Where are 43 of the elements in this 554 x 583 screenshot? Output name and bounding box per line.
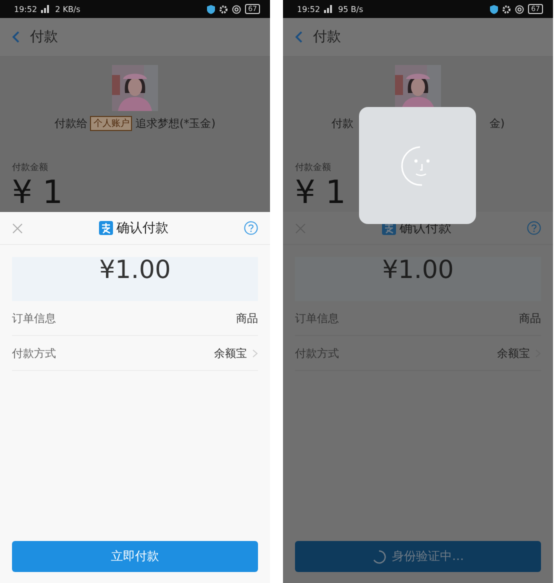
network-speed: 95 B/s: [338, 4, 364, 14]
payee-text: 付款: [331, 116, 354, 131]
app-logo-icon: [98, 221, 112, 235]
signal-icon: [41, 5, 52, 13]
row-value: 余额宝: [214, 346, 247, 360]
back-icon[interactable]: [12, 31, 20, 43]
gear-icon: [219, 4, 228, 14]
back-icon[interactable]: [295, 31, 303, 43]
payment-amount: ¥1.00: [382, 255, 454, 285]
signal-icon: [324, 5, 334, 13]
row-label: 订单信息: [295, 310, 340, 326]
page-title: 付款: [30, 28, 58, 46]
row-label: 订单信息: [12, 310, 57, 326]
close-icon[interactable]: [12, 222, 23, 234]
amount-preview: ¥ 1: [12, 178, 64, 204]
at-icon: [232, 4, 242, 14]
network-speed: 2 KB/s: [55, 4, 80, 14]
at-icon: [515, 4, 524, 14]
row-label: 付款方式: [12, 346, 57, 360]
payment-amount: ¥1.00: [99, 255, 171, 285]
amount-label: 付款金额: [12, 162, 49, 174]
sheet-title: 确认付款: [116, 220, 168, 237]
row-label: 付款方式: [295, 346, 340, 360]
row-value: 商品: [519, 310, 541, 326]
help-icon[interactable]: [244, 221, 258, 235]
status-time: 19:52: [14, 4, 38, 14]
payee-text: 付款给: [54, 116, 88, 131]
amount-preview: ¥ 1: [295, 178, 347, 204]
pay-button[interactable]: 立即付款: [12, 541, 258, 572]
row-value: 商品: [236, 310, 258, 326]
spinner-icon: [372, 550, 386, 564]
account-tag: 个人账户: [90, 116, 132, 131]
payee-text: 金): [489, 116, 505, 131]
help-icon[interactable]: [527, 221, 541, 235]
shield-icon: [207, 4, 216, 14]
row-value: 余额宝: [497, 346, 530, 360]
shield-icon: [490, 4, 498, 14]
status-time: 19:52: [297, 4, 320, 14]
payee-text: 追求梦想(*玉金): [135, 116, 216, 131]
amount-label: 付款金额: [295, 162, 332, 174]
gear-icon: [502, 4, 512, 14]
verifying-button[interactable]: 身份验证中…: [295, 541, 541, 572]
page-title: 付款: [313, 28, 341, 46]
